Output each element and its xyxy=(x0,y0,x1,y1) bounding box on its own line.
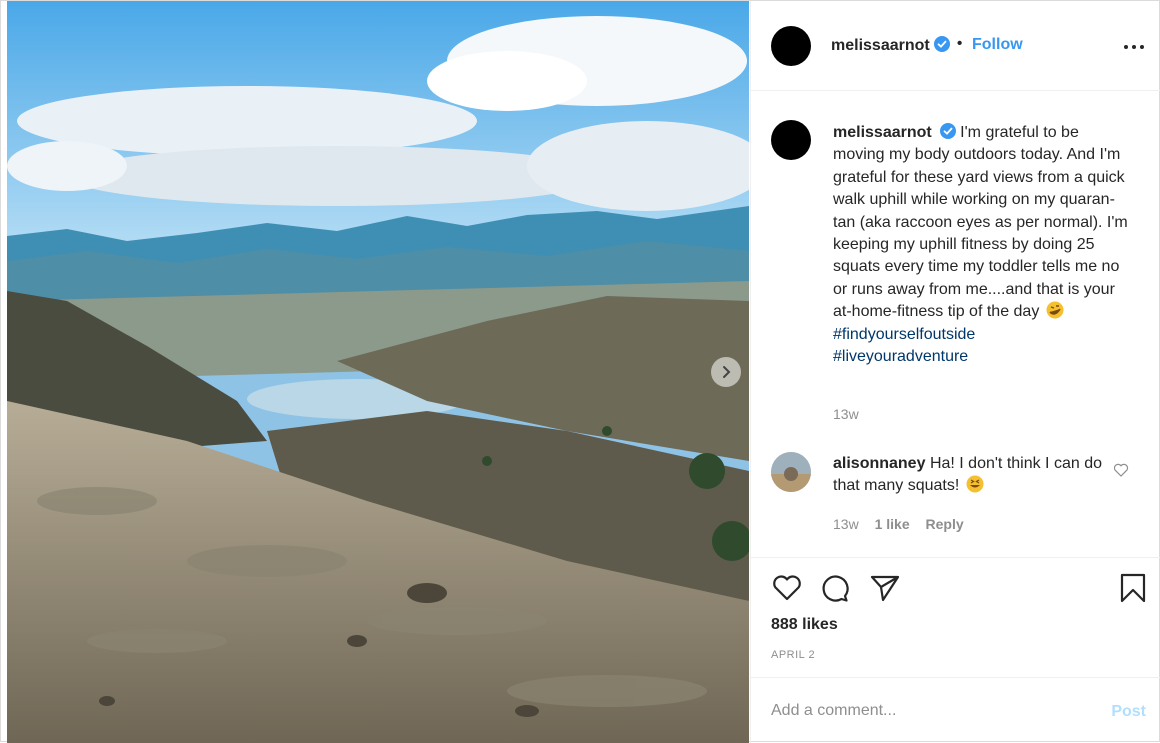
comment-timestamp[interactable]: 13w xyxy=(833,516,859,532)
comment-meta: 13w 1 like Reply xyxy=(833,516,976,532)
commenter-avatar[interactable] xyxy=(771,452,811,492)
comment-likes[interactable]: 1 like xyxy=(875,516,910,532)
like-heart-icon[interactable] xyxy=(771,572,803,604)
like-comment-icon[interactable] xyxy=(1113,462,1129,478)
post-photo[interactable] xyxy=(7,1,749,743)
comment-input[interactable] xyxy=(771,696,1091,726)
header-username[interactable]: melissaarnot xyxy=(831,36,950,55)
landscape-image xyxy=(7,1,749,743)
share-direct-icon[interactable] xyxy=(869,572,901,604)
comments-section: melissaarnot I'm grateful to be moving m… xyxy=(751,92,1160,558)
rofl-emoji-icon xyxy=(1046,301,1064,319)
save-bookmark-icon[interactable] xyxy=(1117,572,1149,604)
next-photo-button[interactable] xyxy=(711,357,741,387)
hashtag-link[interactable]: #liveyouradventure xyxy=(833,346,1133,368)
avatar[interactable] xyxy=(771,120,811,160)
profile-photo xyxy=(771,452,811,492)
post-date[interactable]: APRIL 2 xyxy=(771,649,815,661)
username-text[interactable]: melissaarnot xyxy=(831,37,930,54)
hashtag-link[interactable]: #findyourselfoutside xyxy=(833,324,1133,346)
caption-text: melissaarnot I'm grateful to be moving m… xyxy=(833,122,1133,368)
reply-button[interactable]: Reply xyxy=(926,516,964,532)
post-header: melissaarnot • Follow xyxy=(751,1,1160,91)
post-sidebar: melissaarnot • Follow melissaarnot I'm g… xyxy=(750,1,1160,743)
likes-count[interactable]: 888 likes xyxy=(771,616,838,634)
caption-timestamp[interactable]: 13w xyxy=(833,406,859,422)
caption-username[interactable]: melissaarnot xyxy=(833,124,932,141)
grinning-squint-emoji-icon xyxy=(966,475,984,493)
follow-button[interactable]: Follow xyxy=(972,36,1023,54)
action-bar: 888 likes APRIL 2 xyxy=(751,558,1160,678)
avatar[interactable] xyxy=(771,26,811,66)
separator-dot: • xyxy=(957,35,963,52)
more-options-icon[interactable] xyxy=(1122,37,1146,57)
add-comment-bar: Post xyxy=(751,677,1160,743)
verified-badge-icon xyxy=(939,123,956,139)
chevron-right-icon xyxy=(723,366,731,378)
instagram-post: melissaarnot • Follow melissaarnot I'm g… xyxy=(0,0,1160,743)
comment-text: alisonnaney Ha! I don't think I can do t… xyxy=(833,453,1103,498)
verified-badge-icon xyxy=(933,36,950,52)
caption-body: I'm grateful to be moving my body outdoo… xyxy=(833,124,1128,321)
comment-username[interactable]: alisonnaney xyxy=(833,455,925,472)
comment-bubble-icon[interactable] xyxy=(819,572,851,604)
post-comment-button[interactable]: Post xyxy=(1111,703,1146,721)
